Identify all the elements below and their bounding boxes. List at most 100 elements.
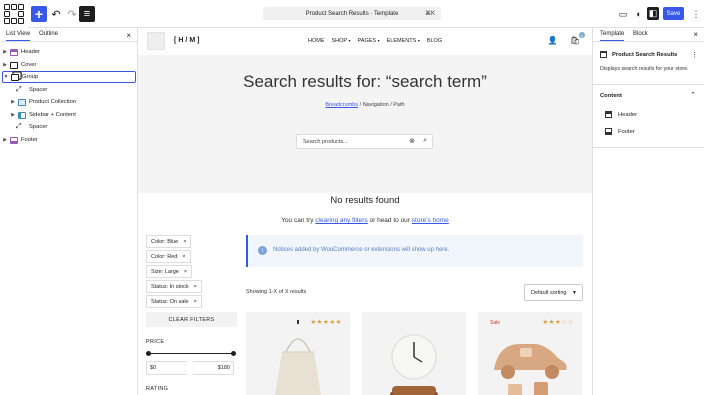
price-range-slider[interactable] (146, 351, 236, 356)
template-title: Product Search Results (600, 51, 677, 58)
site-logo-icon[interactable] (0, 0, 28, 28)
product-collection-icon (18, 98, 26, 106)
cart-icon[interactable]: 🛍 0 (570, 32, 585, 45)
desktop-preview-icon[interactable]: ▭ (616, 7, 630, 21)
page-title[interactable]: Search results for: “search term” (138, 72, 592, 92)
content-item-header[interactable]: Header (605, 111, 637, 118)
template-options-icon[interactable]: ⋮ (691, 51, 698, 59)
chip-label: Status: In stock (151, 284, 189, 290)
logo-placeholder[interactable] (147, 32, 165, 50)
sort-select[interactable]: Default sorting ▼ (524, 284, 583, 301)
tree-item-sidebar-content[interactable]: ▶ Sidebar + Content (10, 109, 144, 121)
account-icon[interactable]: 👤 (548, 36, 558, 45)
tote-bag-image (275, 320, 321, 395)
document-overview-button[interactable]: ≡ (79, 6, 95, 22)
chevron-right-icon[interactable]: ▶ (2, 137, 8, 143)
columns-icon (18, 111, 26, 119)
price-max-input[interactable]: $180 (193, 361, 234, 375)
active-filter-chip[interactable]: Color: Blue × (146, 235, 192, 248)
slider-handle-max[interactable] (231, 351, 236, 356)
editor-top-bar: + ↶ ↷ ≡ Product Search Results · Templat… (0, 0, 704, 28)
nav-label: PAGES (357, 38, 377, 44)
redo-button[interactable]: ↷ (64, 6, 80, 22)
close-icon[interactable]: × (693, 30, 698, 39)
price-min-input[interactable]: $0 (146, 361, 187, 375)
template-name: Product Search Results (612, 51, 678, 58)
clear-filters-button[interactable]: CLEAR FILTERS (146, 312, 237, 327)
chevron-right-icon[interactable]: ▶ (2, 49, 8, 55)
breadcrumb-link[interactable]: Breadcrumbs (325, 102, 358, 108)
active-filter-chip[interactable]: Status: In stock × (146, 280, 202, 293)
content-section-title[interactable]: Content (600, 93, 622, 99)
nav-item-elements[interactable]: ELEMENTS ▾ (387, 38, 420, 44)
nav-item-shop[interactable]: SHOP ▾ (332, 38, 351, 44)
active-filter-chip[interactable]: Size: Large × (146, 265, 193, 278)
product-search-input[interactable]: Search products... ⊗ ⌕ (296, 134, 433, 149)
chevron-down-icon[interactable]: ▼ (3, 74, 9, 80)
tree-item-label: Group (22, 74, 39, 80)
product-card[interactable]: Sale ★★★☆☆ (478, 312, 582, 395)
tree-item-group[interactable]: ▼ Group (2, 71, 136, 83)
template-icon (600, 51, 607, 58)
nav-item-pages[interactable]: PAGES ▾ (358, 38, 380, 44)
editor-canvas[interactable]: [H/M] HOME SHOP ▾ PAGES ▾ ELEMENTS ▾ BLO… (138, 28, 592, 395)
remove-icon[interactable]: × (182, 254, 185, 260)
nav-item-blog[interactable]: BLOG (427, 38, 442, 44)
tree-item-footer[interactable]: ▶ Footer (2, 134, 136, 146)
remove-icon[interactable]: × (183, 239, 186, 245)
tree-item-header[interactable]: ▶ Header (2, 46, 136, 58)
tree-item-label: Cover (21, 62, 37, 68)
nav-label: SHOP (331, 38, 348, 44)
product-card[interactable] (362, 312, 466, 395)
tree-item-spacer[interactable]: ⤢ Spacer (14, 121, 148, 133)
chevron-down-icon: ▾ (348, 38, 351, 43)
block-inserter-button[interactable]: + (31, 6, 47, 22)
chevron-right-icon[interactable]: ▶ (2, 62, 8, 68)
remove-icon[interactable]: × (194, 299, 197, 305)
tab-list-view[interactable]: List View (6, 31, 30, 41)
tree-item-cover[interactable]: ▶ Cover (2, 59, 136, 71)
clear-filters-link[interactable]: clearing any filters (315, 217, 367, 224)
tab-template[interactable]: Template (600, 31, 625, 41)
close-icon[interactable]: × (126, 31, 131, 40)
clear-search-icon[interactable]: ⊗ (409, 137, 415, 145)
store-home-link[interactable]: store's home (412, 217, 449, 224)
tab-outline[interactable]: Outline (39, 31, 58, 37)
tree-item-product-collection[interactable]: ▶ Product Collection (10, 96, 144, 108)
chevron-right-icon[interactable]: ▶ (10, 112, 16, 118)
remove-icon[interactable]: × (194, 284, 197, 290)
chevron-down-icon: ▾ (417, 38, 420, 43)
options-menu-icon[interactable]: ⋮ (689, 7, 703, 21)
nav-label: ELEMENTS (386, 38, 417, 44)
no-results-heading: No results found (330, 195, 400, 206)
divider (593, 84, 704, 85)
nav-item-home[interactable]: HOME (308, 38, 325, 44)
slider-handle-min[interactable] (146, 351, 151, 356)
chevron-right-icon[interactable]: ▶ (10, 99, 16, 105)
sort-label: Default sorting (531, 290, 567, 296)
command-palette-label: Product Search Results · Template (305, 10, 399, 17)
template-part-icon (10, 136, 18, 144)
content-item-footer[interactable]: Footer (605, 128, 635, 135)
settings-sidebar-icon[interactable]: ◧ (647, 7, 659, 20)
chevron-up-icon[interactable]: ⌃ (690, 91, 696, 99)
notice-text: Notices added by WooCommerce or extensio… (273, 247, 450, 253)
product-card[interactable]: ★★★★★ (246, 312, 350, 395)
active-filter-chip[interactable]: Color: Red × (146, 250, 191, 263)
undo-button[interactable]: ↶ (48, 6, 64, 22)
save-button[interactable]: Save (663, 7, 684, 20)
message-text: or head to our (367, 217, 412, 224)
list-view-panel: List View Outline × ▶ Header ▶ Cover ▼ G… (0, 28, 138, 395)
site-navigation: HOME SHOP ▾ PAGES ▾ ELEMENTS ▾ BLOG (308, 38, 442, 44)
styles-icon[interactable]: ◐ (632, 7, 646, 21)
content-item-label: Footer (618, 128, 635, 135)
remove-icon[interactable]: × (184, 269, 187, 275)
tree-item-spacer[interactable]: ⤢ Spacer (14, 84, 148, 96)
site-title[interactable]: [H/M] (174, 37, 202, 44)
tab-block[interactable]: Block (633, 31, 648, 37)
command-palette[interactable]: Product Search Results · Template ⌘K (263, 7, 441, 20)
settings-sidebar: Template Block × Product Search Results … (592, 28, 704, 395)
active-filter-chip[interactable]: Status: On sale × (146, 295, 202, 308)
search-icon[interactable]: ⌕ (423, 137, 427, 145)
store-notices: i Notices added by WooCommerce or extens… (246, 235, 583, 267)
